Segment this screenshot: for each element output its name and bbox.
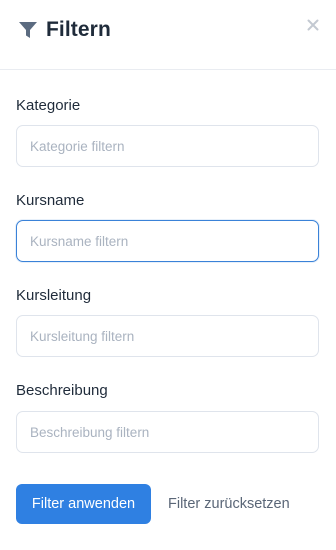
filter-panel-header: Filtern <box>0 0 336 70</box>
funnel-icon <box>19 22 37 38</box>
panel-title: Filtern <box>46 18 111 41</box>
description-filter-input[interactable] <box>16 411 319 453</box>
course-lead-filter-input[interactable] <box>16 315 319 357</box>
category-label: Kategorie <box>16 97 81 114</box>
course-lead-label: Kursleitung <box>16 287 92 304</box>
course-name-filter-input[interactable] <box>16 220 319 262</box>
close-icon[interactable] <box>307 19 319 31</box>
description-label: Beschreibung <box>16 382 108 399</box>
course-name-label: Kursname <box>16 192 85 209</box>
category-filter-input[interactable] <box>16 125 319 167</box>
apply-filter-button[interactable]: Filter anwenden <box>16 484 151 524</box>
reset-filter-button[interactable]: Filter zurücksetzen <box>160 484 298 524</box>
